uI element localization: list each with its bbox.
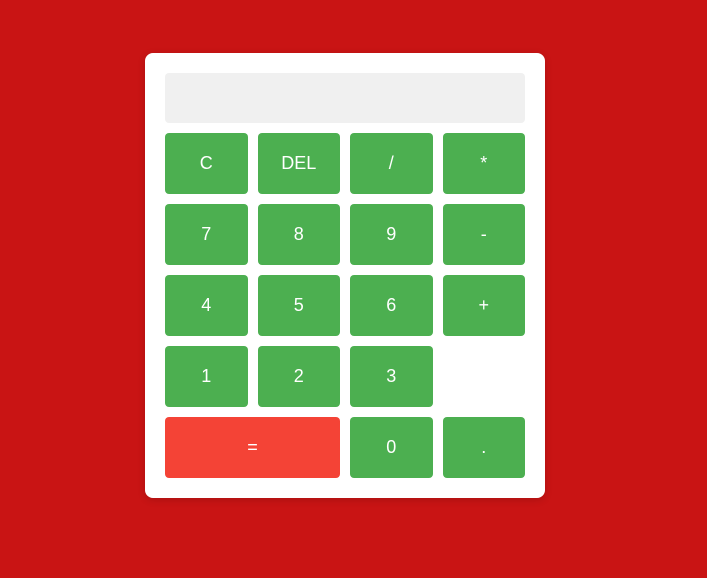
subtract-button[interactable]: - — [442, 204, 525, 265]
digit-7-button[interactable]: 7 — [165, 204, 248, 265]
empty-key-slot — [443, 346, 526, 407]
clear-button[interactable]: C — [165, 133, 248, 194]
delete-button[interactable]: DEL — [257, 133, 340, 194]
calculator-panel: C DEL / * 7 8 9 - 4 5 6 + 1 2 3 = 0 . — [145, 53, 545, 498]
equals-button[interactable]: = — [165, 417, 340, 478]
digit-9-button[interactable]: 9 — [350, 204, 433, 265]
decimal-button[interactable]: . — [442, 417, 525, 478]
digit-0-button[interactable]: 0 — [350, 417, 433, 478]
digit-4-button[interactable]: 4 — [165, 275, 248, 336]
calculator-display[interactable] — [165, 73, 525, 123]
add-button[interactable]: + — [442, 275, 525, 336]
digit-1-button[interactable]: 1 — [165, 346, 248, 407]
digit-5-button[interactable]: 5 — [257, 275, 340, 336]
multiply-button[interactable]: * — [442, 133, 525, 194]
digit-2-button[interactable]: 2 — [257, 346, 340, 407]
digit-8-button[interactable]: 8 — [257, 204, 340, 265]
digit-6-button[interactable]: 6 — [350, 275, 433, 336]
digit-3-button[interactable]: 3 — [350, 346, 433, 407]
keypad: C DEL / * 7 8 9 - 4 5 6 + 1 2 3 = 0 . — [165, 133, 525, 478]
divide-button[interactable]: / — [350, 133, 433, 194]
